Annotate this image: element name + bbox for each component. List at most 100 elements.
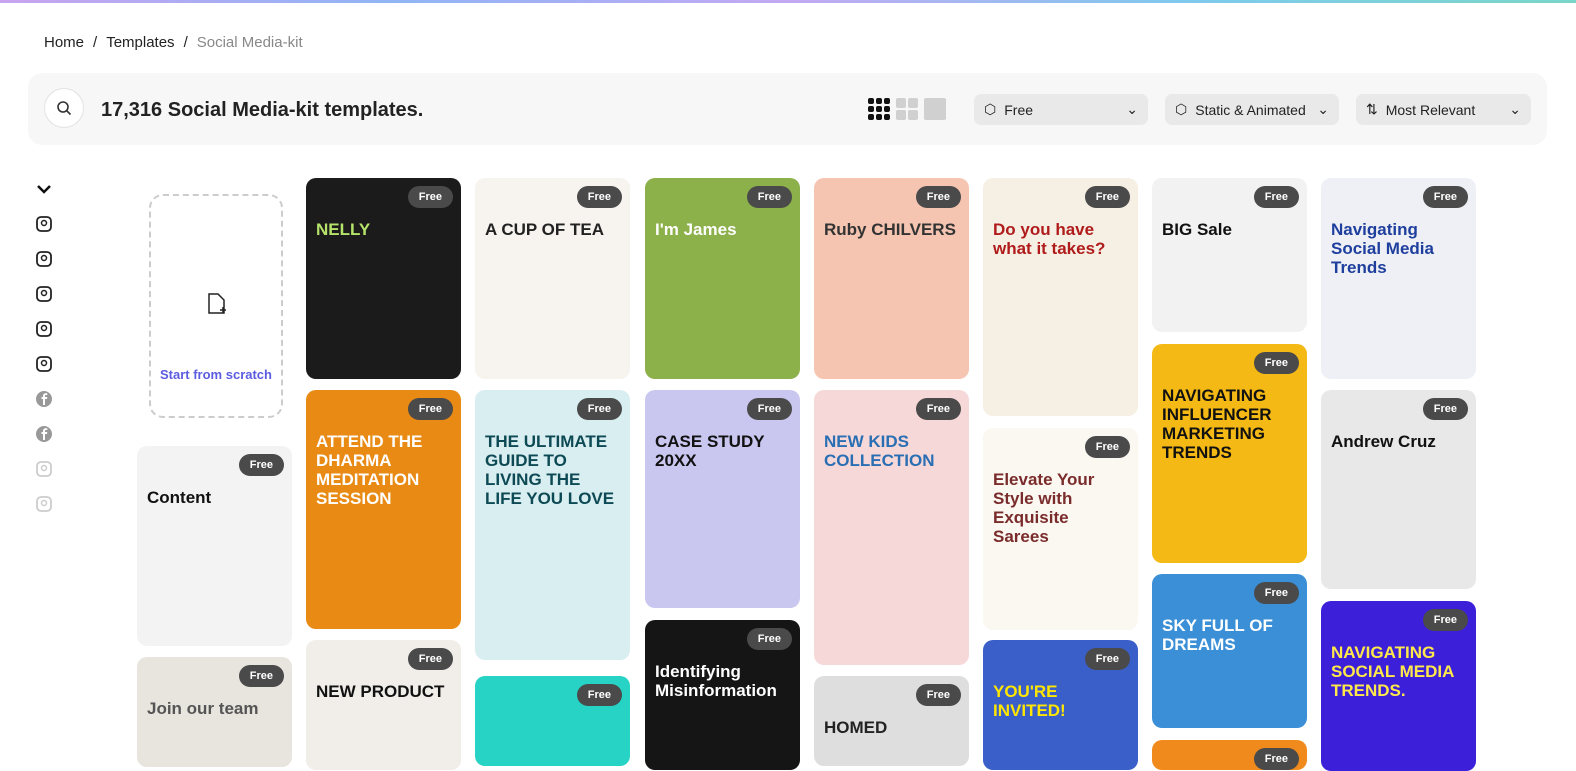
template-card[interactable]: Free NAVIGATING INFLUENCER MARKETING TREN… [1152,344,1307,563]
premium-icon: ⬡ [984,101,997,117]
template-headline: Navigating Social Media Trends [1331,220,1434,277]
template-card[interactable]: Free Navigating Social Media Trends [1321,178,1476,379]
view-toggle [868,98,946,120]
template-headline: Content [147,488,212,507]
template-card[interactable]: Free HOMED [814,676,969,766]
search-bar: 17,316 Social Media-kit templates. ⬡ Free… [28,73,1547,145]
free-badge: Free [915,398,961,420]
template-card[interactable]: Free Andrew Cruz [1321,390,1476,589]
template-card[interactable]: Free YOU'RE INVITED! [983,640,1138,770]
search-button[interactable] [44,88,84,128]
chevron-down-icon[interactable] [35,180,53,198]
free-badge: Free [746,628,792,650]
story-icon[interactable] [35,320,53,338]
template-headline: NELLY [316,220,371,239]
search-icon [57,101,72,116]
free-badge: Free [407,648,453,670]
chevron-down-icon: ⌄ [1317,101,1329,117]
sort-icon: ⇅ [1366,101,1378,117]
template-card[interactable]: Free Identifying Misinformation [645,620,800,770]
template-card[interactable]: Free NEW PRODUCT [306,640,461,770]
template-headline: NAVIGATING SOCIAL MEDIA TRENDS. [1331,643,1454,700]
free-badge: Free [407,186,453,208]
free-badge: Free [238,665,284,687]
chevron-down-icon: ⌄ [1509,101,1521,117]
free-badge: Free [1253,186,1299,208]
template-card[interactable]: Free [1152,740,1307,770]
template-headline: SKY FULL OF DREAMS [1162,616,1273,654]
banner-icon[interactable] [35,285,53,303]
free-badge: Free [746,398,792,420]
animation-filter-dropdown[interactable]: ⬡ Static & Animated ⌄ [1165,94,1339,125]
free-badge: Free [576,684,622,706]
template-headline: NAVIGATING INFLUENCER MARKETING TRENDS [1162,386,1272,462]
template-card[interactable]: Free I'm James [645,178,800,379]
free-badge: Free [915,186,961,208]
template-headline: CASE STUDY 20XX [655,432,765,470]
free-badge: Free [1084,436,1130,458]
template-headline: Andrew Cruz [1331,432,1436,451]
breadcrumb: Home / Templates / Social Media-kit [44,34,303,51]
photo-post-icon[interactable] [35,355,53,373]
template-card[interactable]: Free NAVIGATING SOCIAL MEDIA TRENDS. [1321,601,1476,771]
template-headline: Join our team [147,699,259,718]
animation-icon: ⬡ [1175,101,1188,117]
grid-medium-icon[interactable] [896,98,918,120]
template-card[interactable]: Free Do you have what it takes? [983,178,1138,416]
sort-dropdown[interactable]: ⇅ Most Relevant ⌄ [1356,94,1531,125]
template-headline: Identifying Misinformation [655,662,777,700]
grid-large-icon[interactable] [924,98,946,120]
template-card[interactable]: Free ATTEND THE DHARMA MEDITATION SESSION [306,390,461,629]
template-card[interactable]: Free [475,676,630,766]
template-card[interactable]: Free NELLY [306,178,461,379]
template-card[interactable]: Free BIG Sale [1152,178,1307,332]
top-gradient-bar [0,0,1576,3]
template-card[interactable]: Free Ruby CHILVERS [814,178,969,379]
facebook-icon[interactable] [35,425,53,443]
template-headline: Ruby CHILVERS [824,220,956,239]
template-card[interactable]: Free Elevate Your Style with Exquisite Sa… [983,428,1138,630]
template-card[interactable]: Free SKY FULL OF DREAMS [1152,574,1307,728]
free-badge: Free [407,398,453,420]
free-badge: Free [238,454,284,476]
free-badge: Free [1084,648,1130,670]
profile-icon[interactable] [35,460,53,478]
free-badge: Free [576,398,622,420]
facebook-icon[interactable] [35,390,53,408]
template-card[interactable]: Free NEW KIDS COLLECTION [814,390,969,665]
template-headline: ATTEND THE DHARMA MEDITATION SESSION [316,432,423,508]
premium-icon[interactable] [35,250,53,268]
template-card[interactable]: Free THE ULTIMATE GUIDE TO LIVING THE LIF… [475,390,630,660]
template-headline: Do you have what it takes? [993,220,1106,258]
free-badge: Free [1253,748,1299,770]
template-headline: BIG Sale [1162,220,1232,239]
template-card[interactable]: Free Join our team [137,657,292,767]
breadcrumb-templates[interactable]: Templates [106,34,174,51]
photo-icon[interactable] [35,495,53,513]
template-search-icon[interactable] [35,215,53,233]
free-badge: Free [1422,186,1468,208]
grid-small-icon[interactable] [868,98,890,120]
page-title: 17,316 Social Media-kit templates. [101,99,424,121]
category-sidebar [34,180,54,513]
start-from-scratch-button[interactable]: Start from scratch [149,194,283,418]
chevron-down-icon: ⌄ [1126,101,1138,117]
template-card[interactable]: Free CASE STUDY 20XX [645,390,800,608]
license-filter-dropdown[interactable]: ⬡ Free ⌄ [974,94,1148,125]
template-headline: HOMED [824,718,888,737]
free-badge: Free [1253,352,1299,374]
template-headline: THE ULTIMATE GUIDE TO LIVING THE LIFE YO… [485,432,615,508]
free-badge: Free [1422,609,1468,631]
breadcrumb-current: Social Media-kit [196,34,303,51]
template-headline: NEW KIDS COLLECTION [824,432,935,470]
template-card[interactable]: Free A CUP OF TEA [475,178,630,379]
free-badge: Free [1253,582,1299,604]
template-headline: YOU'RE INVITED! [993,682,1066,720]
new-file-icon [208,293,226,314]
free-badge: Free [746,186,792,208]
breadcrumb-home[interactable]: Home [44,34,84,51]
free-badge: Free [576,186,622,208]
template-headline: I'm James [655,220,737,239]
template-card[interactable]: Free Content [137,446,292,646]
free-badge: Free [915,684,961,706]
